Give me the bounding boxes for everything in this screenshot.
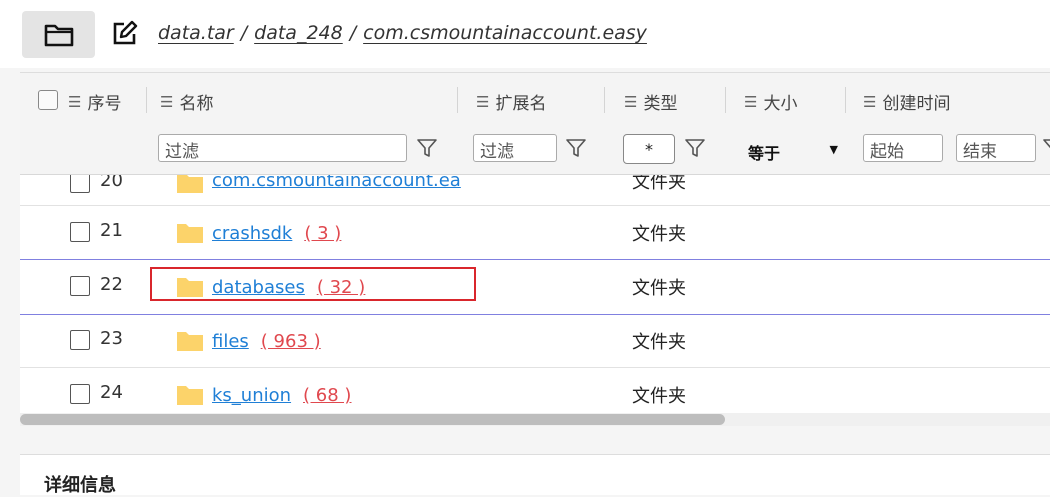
open-folder-button[interactable] (22, 11, 95, 58)
row-checkbox[interactable] (70, 276, 90, 296)
edit-icon (113, 20, 138, 45)
row-name-link[interactable]: files ( 963 ) (212, 331, 321, 352)
row-checkbox[interactable] (70, 330, 90, 350)
column-menu-icon[interactable]: ☰ (744, 93, 757, 111)
column-divider[interactable] (457, 87, 458, 113)
column-menu-icon[interactable]: ☰ (476, 93, 489, 111)
row-name: ks_union (212, 385, 292, 406)
column-menu-icon[interactable]: ☰ (160, 93, 173, 111)
created-start-input[interactable]: 起始 (863, 134, 943, 162)
row-index: 22 (100, 274, 123, 295)
column-header-index[interactable]: ☰ 序号 (68, 89, 122, 115)
row-index: 24 (100, 382, 123, 403)
column-label: 创建时间 (882, 94, 951, 114)
column-header-size[interactable]: ☰ 大小 (744, 89, 798, 115)
row-type: 文件夹 (632, 175, 686, 193)
row-name: crashsdk (212, 223, 293, 244)
column-divider[interactable] (604, 87, 605, 113)
column-divider[interactable] (725, 87, 726, 113)
row-name: files (212, 331, 249, 352)
breadcrumb: data.tar / data_248 / com.csmountainaccount.… (158, 22, 647, 44)
column-header-name[interactable]: ☰ 名称 (160, 89, 214, 115)
table-row[interactable]: 24 ks_union ( 68 ) 文件夹 (20, 367, 1050, 415)
row-index: 21 (100, 220, 123, 241)
dropdown-arrow-icon: ▼ (829, 143, 838, 156)
table-row[interactable]: 23 files ( 963 ) 文件夹 (20, 313, 1050, 368)
breadcrumb-item-package[interactable]: com.csmountainaccount.easy (363, 22, 647, 44)
folder-icon (177, 224, 203, 243)
table-header: ☰ 序号 ☰ 名称 ☰ 扩展名 ☰ 类型 ☰ 大小 ☰ 创建时间 (20, 73, 1050, 127)
column-menu-icon[interactable]: ☰ (863, 93, 876, 111)
column-label: 类型 (643, 94, 678, 114)
row-count: ( 963 ) (260, 331, 321, 352)
file-table: ☰ 序号 ☰ 名称 ☰ 扩展名 ☰ 类型 ☰ 大小 ☰ 创建时间 过滤 过滤 * (20, 72, 1050, 426)
row-name: com.csmountainaccount.ea (212, 175, 461, 191)
name-filter-input[interactable]: 过滤 (158, 134, 407, 162)
row-index: 23 (100, 328, 123, 349)
folder-icon (44, 24, 73, 46)
filter-icon[interactable] (416, 137, 438, 159)
folder-icon (177, 332, 203, 351)
filter-row: 过滤 过滤 * 等于 ▼ 起始 结束 (20, 126, 1050, 175)
column-header-type[interactable]: ☰ 类型 (624, 89, 678, 115)
filter-icon[interactable] (1042, 137, 1050, 159)
toolbar: data.tar / data_248 / com.csmountainaccount.… (0, 0, 1050, 68)
row-name-link[interactable]: ks_union ( 68 ) (212, 385, 351, 406)
column-menu-icon[interactable]: ☰ (68, 93, 81, 111)
row-type: 文件夹 (632, 224, 686, 245)
detail-panel: 详细信息 (20, 454, 1050, 496)
breadcrumb-item-data-248[interactable]: data_248 (254, 22, 343, 44)
detail-title: 详细信息 (44, 475, 116, 496)
folder-icon (177, 175, 203, 193)
size-operator-select[interactable]: 等于 ▼ (748, 140, 838, 164)
row-checkbox[interactable] (70, 222, 90, 242)
created-end-input[interactable]: 结束 (956, 134, 1036, 162)
breadcrumb-separator: / (349, 22, 357, 44)
column-label: 扩展名 (495, 94, 547, 114)
size-operator-value: 等于 (748, 144, 781, 163)
column-menu-icon[interactable]: ☰ (624, 93, 637, 111)
column-divider[interactable] (845, 87, 846, 113)
scrollbar-thumb[interactable] (20, 414, 725, 425)
select-all-checkbox[interactable] (38, 90, 58, 110)
filter-icon[interactable] (565, 137, 587, 159)
breadcrumb-item-data-tar[interactable]: data.tar (158, 22, 234, 44)
row-type: 文件夹 (632, 278, 686, 299)
ext-filter-input[interactable]: 过滤 (473, 134, 557, 162)
column-header-ext[interactable]: ☰ 扩展名 (476, 89, 547, 115)
column-label: 名称 (179, 94, 214, 114)
row-name-link[interactable]: com.csmountainaccount.ea (212, 175, 461, 191)
column-divider[interactable] (146, 87, 147, 113)
row-type: 文件夹 (632, 332, 686, 353)
breadcrumb-separator: / (240, 22, 248, 44)
selection-highlight-box (150, 267, 476, 301)
row-type: 文件夹 (632, 386, 686, 407)
row-checkbox[interactable] (70, 175, 90, 193)
row-name-link[interactable]: crashsdk ( 3 ) (212, 223, 341, 244)
row-count: ( 3 ) (304, 223, 342, 244)
row-index: 20 (100, 175, 123, 191)
row-checkbox[interactable] (70, 384, 90, 404)
column-label: 大小 (763, 94, 798, 114)
table-row[interactable]: 21 crashsdk ( 3 ) 文件夹 (20, 205, 1050, 260)
type-filter-select[interactable]: * (623, 134, 675, 164)
filter-icon[interactable] (684, 137, 706, 159)
folder-icon (177, 386, 203, 405)
row-count: ( 68 ) (303, 385, 352, 406)
column-header-created[interactable]: ☰ 创建时间 (863, 89, 951, 115)
edit-button[interactable] (108, 18, 140, 50)
column-label: 序号 (87, 94, 122, 114)
table-row[interactable]: 20 com.csmountainaccount.ea 文件夹 (20, 175, 1050, 206)
